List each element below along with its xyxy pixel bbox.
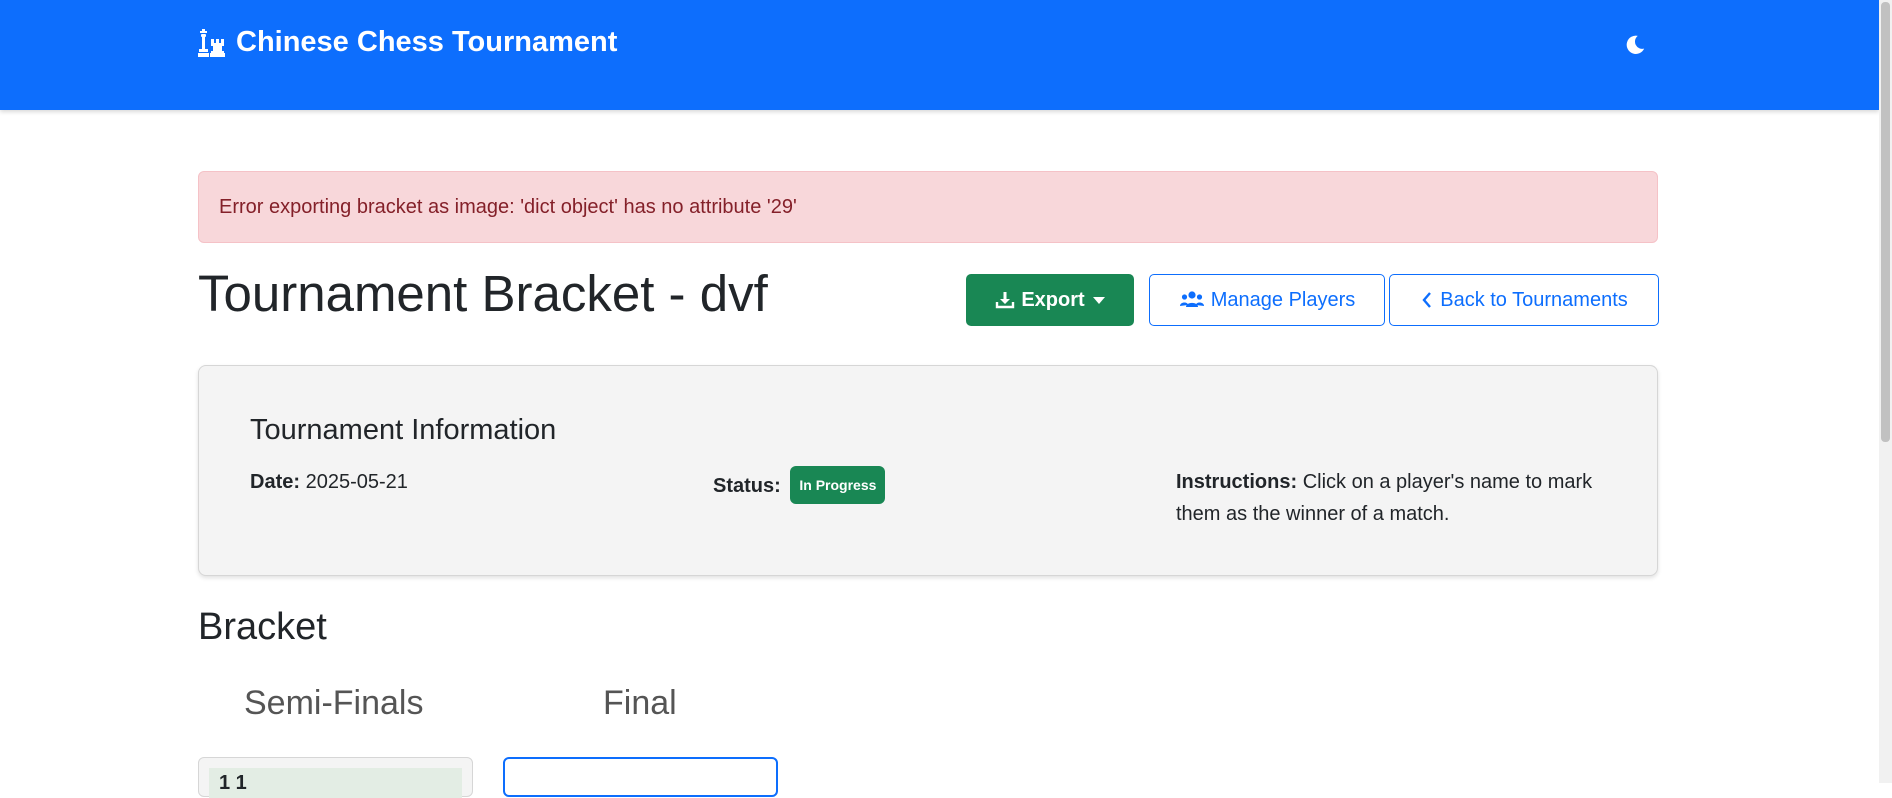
bracket-heading: Bracket xyxy=(198,606,327,648)
brand-title: Chinese Chess Tournament xyxy=(236,26,618,58)
download-icon xyxy=(995,290,1015,310)
back-label: Back to Tournaments xyxy=(1440,288,1628,311)
export-label: Export xyxy=(1021,288,1085,311)
page-scrollbar[interactable] xyxy=(1879,0,1892,783)
moon-icon xyxy=(1624,34,1646,61)
scrollbar-thumb[interactable] xyxy=(1881,2,1890,442)
chevron-down-icon xyxy=(1092,296,1105,304)
manage-players-button[interactable]: Manage Players xyxy=(1149,274,1385,326)
date-label: Date: xyxy=(250,471,301,493)
top-navbar: Chinese Chess Tournament xyxy=(0,0,1879,110)
final-match-card xyxy=(503,757,778,797)
date-field: Date: 2025-05-21 xyxy=(250,466,408,498)
error-alert: Error exporting bracket as image: 'dict … xyxy=(198,171,1658,243)
error-message: Error exporting bracket as image: 'dict … xyxy=(219,195,797,218)
status-label: Status: xyxy=(713,475,781,497)
instructions-field: Instructions: Click on a player's name t… xyxy=(1176,466,1606,530)
status-badge: In Progress xyxy=(790,466,886,504)
manage-players-label: Manage Players xyxy=(1210,288,1356,311)
brand-link[interactable]: Chinese Chess Tournament xyxy=(198,26,617,59)
page-title: Tournament Bracket - dvf xyxy=(198,265,768,322)
player-slot[interactable]: 1 1 xyxy=(209,768,462,798)
round-title-final: Final xyxy=(603,684,677,722)
info-heading: Tournament Information xyxy=(250,414,557,446)
instructions-label: Instructions: xyxy=(1176,471,1298,493)
date-value: 2025-05-21 xyxy=(305,471,408,493)
tournament-info-card: Tournament Information Date: 2025-05-21 … xyxy=(198,365,1658,576)
chevron-left-icon xyxy=(1420,290,1434,310)
round-title-semi-finals: Semi-Finals xyxy=(244,684,424,722)
semi-final-match-card: 1 1 xyxy=(198,757,473,798)
chess-pieces-icon xyxy=(198,27,230,59)
theme-toggle-button[interactable] xyxy=(1618,30,1652,64)
export-button[interactable]: Export xyxy=(966,274,1134,326)
back-to-tournaments-button[interactable]: Back to Tournaments xyxy=(1389,274,1659,326)
status-field: Status: In Progress xyxy=(713,466,886,504)
users-icon xyxy=(1179,290,1205,310)
